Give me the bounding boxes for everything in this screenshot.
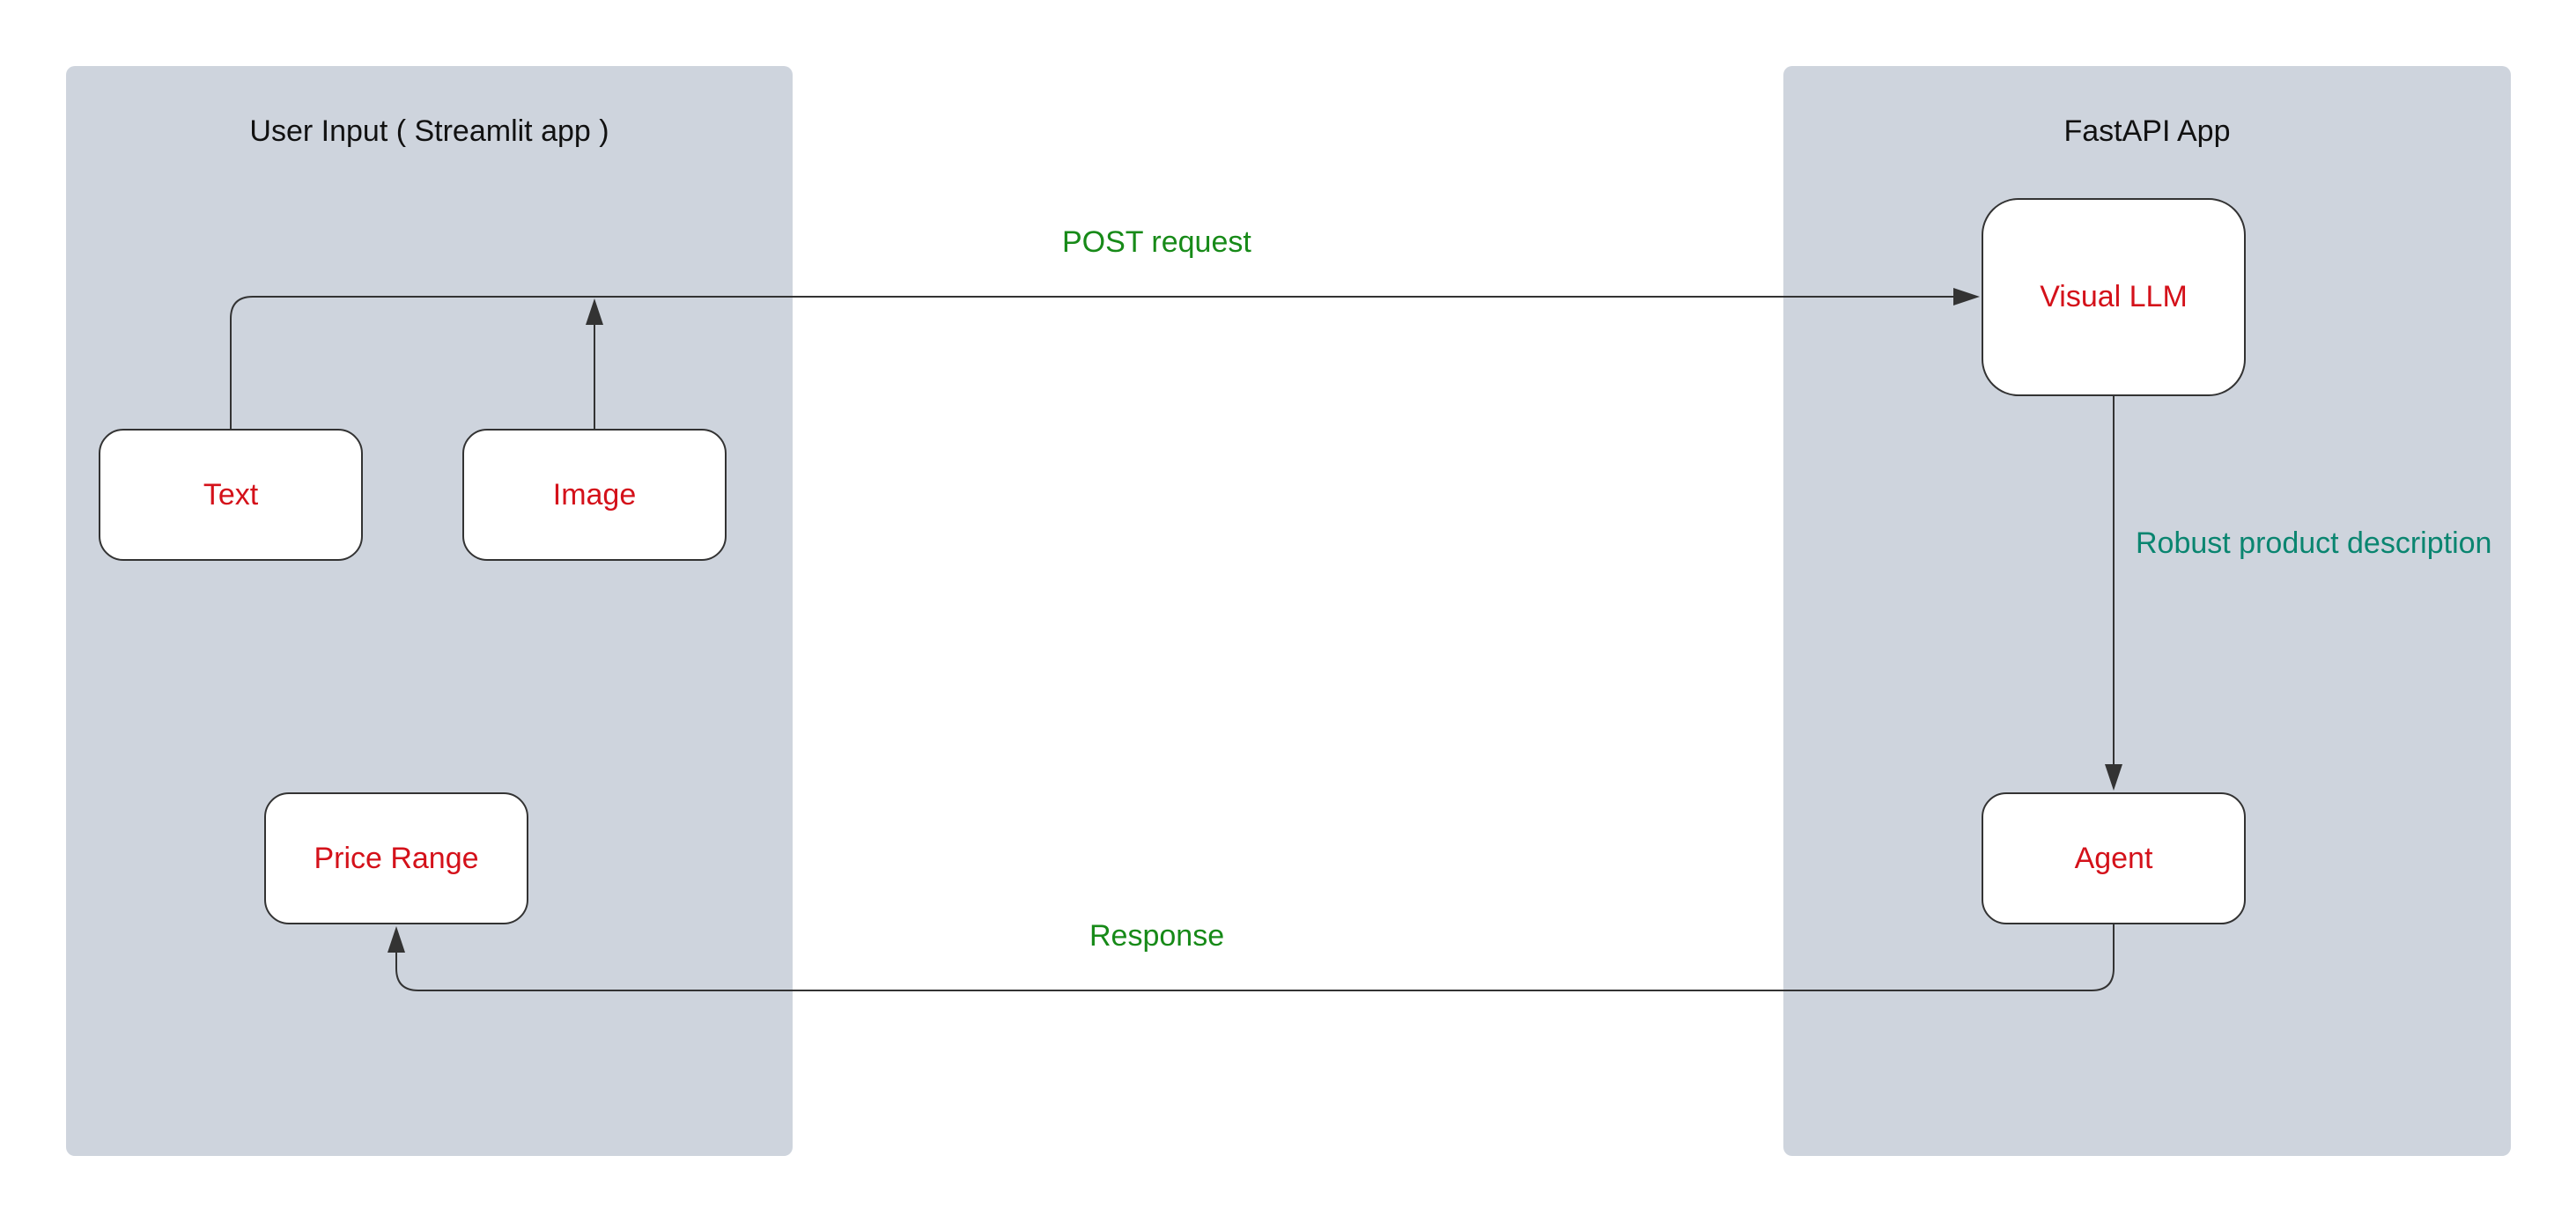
agent-node: Agent <box>1982 792 2246 924</box>
visual-llm-node-label: Visual LLM <box>2040 280 2188 313</box>
arrowhead-image-join <box>586 298 603 325</box>
connector-text-to-llm <box>230 296 1957 429</box>
connectors <box>230 288 2122 991</box>
agent-node-label: Agent <box>2074 841 2153 875</box>
image-node: Image <box>462 429 727 561</box>
text-node-label: Text <box>203 477 259 512</box>
text-node: Text <box>99 429 363 561</box>
connector-agent-to-price <box>395 924 2115 991</box>
price-range-node: Price Range <box>264 792 528 924</box>
arrowhead-agent <box>2105 764 2122 791</box>
arrowhead-price <box>388 926 405 953</box>
diagram-canvas: User Input ( Streamlit app ) FastAPI App… <box>0 0 2576 1222</box>
price-range-node-label: Price Range <box>314 841 479 875</box>
visual-llm-node: Visual LLM <box>1982 198 2246 396</box>
robust-description-label: Robust product description <box>2136 526 2492 560</box>
post-request-label: POST request <box>1062 225 1251 259</box>
image-node-label: Image <box>552 477 637 512</box>
arrowhead-llm <box>1953 288 1980 306</box>
response-label: Response <box>1089 919 1225 953</box>
